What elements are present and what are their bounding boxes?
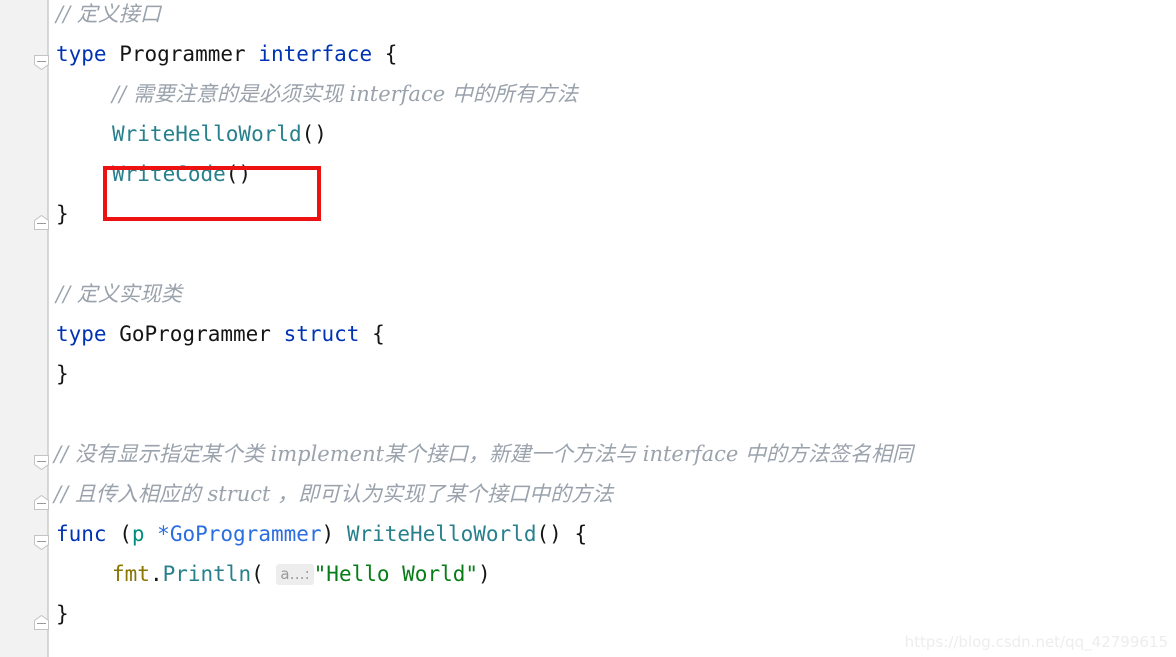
code-line-16[interactable]: }	[56, 594, 69, 634]
comment-pass-struct-mono: struct	[207, 482, 271, 506]
keyword-func: func	[56, 522, 107, 546]
code-line-13[interactable]: // 且传入相应的 struct ，即可认为实现了某个接口中的方法	[54, 474, 613, 514]
dot: .	[149, 562, 163, 586]
fold-marker-open-func-writehelloworld[interactable]	[34, 535, 49, 550]
code-line-9[interactable]: type GoProgrammer struct {	[56, 314, 385, 354]
fold-marker-close-type-programmer[interactable]	[34, 215, 49, 230]
method-writehelloworld: WriteHelloWorld	[112, 122, 302, 146]
func-name-writehelloworld: WriteHelloWorld	[346, 522, 537, 546]
comment-pass-struct-b: ，即可认为实现了某个接口中的方法	[270, 482, 614, 506]
code-line-10[interactable]: }	[56, 354, 69, 394]
code-content[interactable]: // 定义接口 type Programmer interface { // 需…	[54, 0, 1176, 657]
inline-parameter-hint[interactable]: a…:	[276, 564, 314, 585]
code-editor[interactable]: // 定义接口 type Programmer interface { // 需…	[0, 0, 1176, 657]
code-line-12[interactable]: // 没有显示指定某个类 implement某个接口，新建一个方法与 inter…	[54, 434, 913, 474]
code-line-6[interactable]: }	[56, 194, 69, 234]
comment-implicit-impl-a: // 没有显示指定某个类	[54, 442, 271, 466]
parens: ()	[301, 122, 327, 146]
parens: ()	[225, 162, 252, 186]
code-line-5[interactable]: WriteCode()	[112, 154, 251, 194]
receiver-paren-close: )	[321, 522, 347, 546]
code-line-4[interactable]: WriteHelloWorld()	[112, 114, 327, 154]
code-line-15[interactable]: fmt.Println( a…: "Hello World")	[112, 554, 491, 594]
method-println: Println	[162, 562, 252, 586]
keyword-interface: interface	[258, 42, 373, 66]
paren-close: )	[478, 562, 491, 586]
keyword-struct: struct	[283, 322, 360, 346]
comment-must-implement-b: 中的所有方法	[445, 82, 578, 106]
code-line-1[interactable]: // 定义接口	[56, 0, 161, 34]
fold-minus-icon	[37, 623, 46, 624]
comment-define-interface: // 定义接口	[56, 2, 161, 26]
fold-marker-open-comment-block[interactable]	[34, 455, 49, 470]
method-writecode: WriteCode	[112, 162, 226, 186]
code-line-2[interactable]: type Programmer interface {	[56, 34, 397, 74]
comment-define-impl-class: // 定义实现类	[56, 282, 182, 306]
fold-arrow-down-icon	[34, 535, 49, 550]
code-line-8[interactable]: // 定义实现类	[56, 274, 182, 314]
fold-region-line	[48, 0, 49, 657]
string-hello-world: "Hello World"	[313, 562, 479, 586]
comment-must-implement-mono: interface	[349, 82, 446, 106]
fold-minus-icon	[37, 461, 46, 462]
brace-close: }	[56, 202, 69, 226]
comment-implicit-impl-c: 中的方法签名相同	[738, 442, 914, 466]
fold-minus-icon	[37, 223, 46, 224]
type-name-programmer: Programmer	[106, 42, 259, 66]
comment-implicit-impl-mono2: interface	[642, 442, 739, 466]
comment-implicit-impl-mono: implement	[270, 442, 385, 466]
comment-pass-struct-a: // 且传入相应的	[54, 482, 208, 506]
code-line-14[interactable]: func (p *GoProgrammer) WriteHelloWorld()…	[56, 514, 587, 554]
fold-marker-close-func-writehelloworld[interactable]	[34, 615, 49, 630]
fold-arrow-down-icon	[34, 55, 49, 70]
watermark-url: https://blog.csdn.net/qq_42799615	[904, 633, 1168, 651]
receiver-type-goprogrammer: GoProgrammer	[169, 522, 322, 546]
type-name-goprogrammer: GoProgrammer	[106, 322, 284, 346]
fold-marker-close-comment-block[interactable]	[34, 495, 49, 510]
brace-open: {	[574, 522, 588, 546]
fold-minus-icon	[37, 503, 46, 504]
paren-open: (	[251, 562, 277, 586]
brace-close: }	[56, 362, 69, 386]
editor-gutter[interactable]	[0, 0, 48, 657]
brace-open: {	[359, 322, 385, 346]
fold-arrow-down-icon	[34, 455, 49, 470]
fold-marker-open-type-programmer[interactable]	[34, 55, 49, 70]
receiver-name-p: p	[131, 522, 145, 546]
brace-close: }	[56, 602, 69, 626]
fold-minus-icon	[37, 61, 46, 62]
pointer-star: *	[144, 522, 170, 546]
fold-minus-icon	[37, 541, 46, 542]
package-fmt: fmt	[112, 562, 150, 586]
keyword-type: type	[56, 42, 107, 66]
code-line-3[interactable]: // 需要注意的是必须实现 interface 中的所有方法	[112, 74, 578, 114]
comment-implicit-impl-b: 某个接口，新建一个方法与	[384, 442, 643, 466]
receiver-paren-open: (	[106, 522, 132, 546]
brace-open: {	[372, 42, 398, 66]
parens: ()	[536, 522, 575, 546]
keyword-type: type	[56, 322, 107, 346]
comment-must-implement-a: // 需要注意的是必须实现	[112, 82, 350, 106]
